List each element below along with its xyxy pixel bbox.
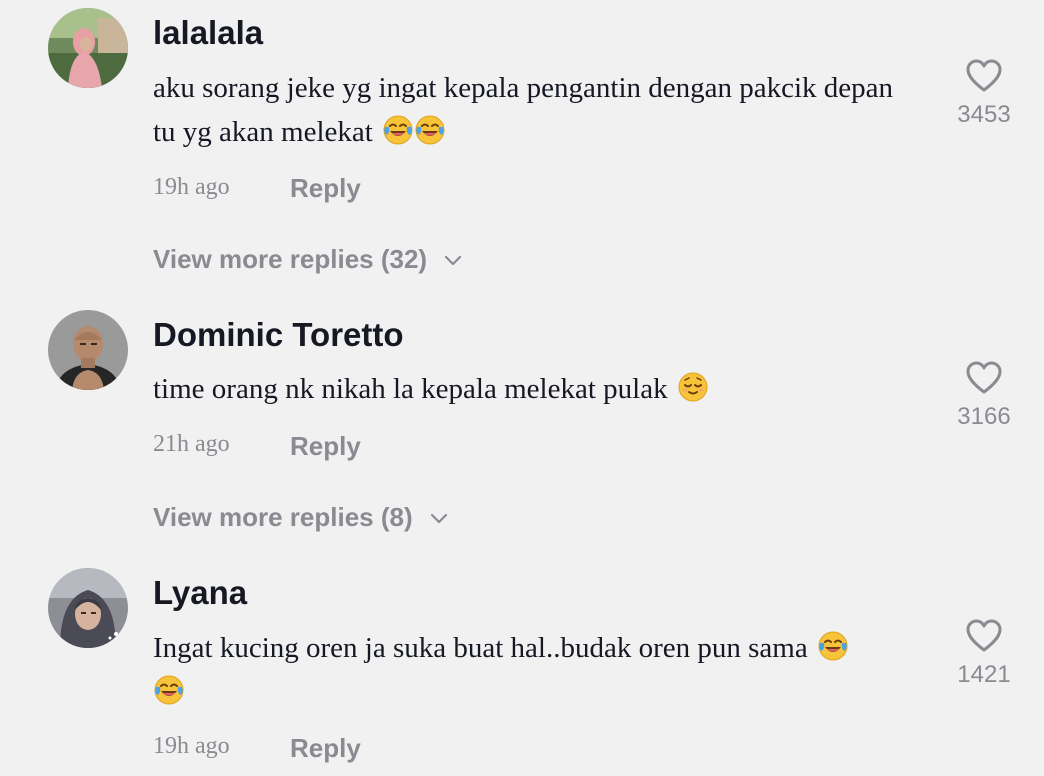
like-count: 3166 bbox=[957, 403, 1011, 430]
avatar[interactable] bbox=[48, 8, 128, 88]
username[interactable]: Lyana bbox=[153, 574, 247, 612]
reply-button[interactable]: Reply bbox=[290, 431, 361, 462]
face-with-tears-of-joy-icon bbox=[153, 674, 185, 706]
heart-outline-icon[interactable] bbox=[966, 59, 1002, 93]
like-control: 3166 bbox=[948, 361, 1020, 431]
face-with-tears-of-joy-icon bbox=[382, 114, 414, 146]
username[interactable]: lalalala bbox=[153, 14, 263, 52]
reply-button[interactable]: Reply bbox=[290, 733, 361, 764]
relieved-face-icon bbox=[677, 371, 709, 403]
view-more-replies-button[interactable]: View more replies (8) bbox=[153, 502, 449, 533]
comment-timestamp: 19h ago bbox=[153, 174, 230, 200]
comment-text-body: Ingat kucing oren ja suka buat hal..buda… bbox=[153, 632, 808, 664]
avatar[interactable] bbox=[48, 568, 128, 648]
username[interactable]: Dominic Toretto bbox=[153, 316, 404, 354]
view-more-replies-label: View more replies (32) bbox=[153, 244, 428, 274]
chevron-down-icon bbox=[429, 508, 449, 528]
comment-text-body: time orang nk nikah la kepala melekat pu… bbox=[153, 373, 668, 405]
comment-text: Ingat kucing oren ja suka buat hal..buda… bbox=[153, 626, 913, 714]
like-control: 1421 bbox=[948, 619, 1020, 689]
heart-outline-icon[interactable] bbox=[966, 361, 1002, 395]
reply-button[interactable]: Reply bbox=[290, 173, 361, 204]
face-with-tears-of-joy-icon bbox=[817, 630, 849, 662]
avatar[interactable] bbox=[48, 310, 128, 390]
like-count: 1421 bbox=[957, 661, 1011, 688]
comment-timestamp: 19h ago bbox=[153, 733, 230, 759]
like-control: 3453 bbox=[948, 59, 1020, 129]
comment-text: time orang nk nikah la kepala melekat pu… bbox=[153, 367, 913, 411]
comment-timestamp: 21h ago bbox=[153, 431, 230, 457]
comment-text: aku sorang jeke yg ingat kepala penganti… bbox=[153, 66, 913, 154]
chevron-down-icon bbox=[443, 250, 463, 270]
face-with-tears-of-joy-icon bbox=[414, 114, 446, 146]
like-count: 3453 bbox=[957, 101, 1011, 128]
view-more-replies-label: View more replies (8) bbox=[153, 502, 413, 532]
comment-text-body: aku sorang jeke yg ingat kepala penganti… bbox=[153, 72, 894, 148]
heart-outline-icon[interactable] bbox=[966, 619, 1002, 653]
view-more-replies-button[interactable]: View more replies (32) bbox=[153, 244, 463, 275]
